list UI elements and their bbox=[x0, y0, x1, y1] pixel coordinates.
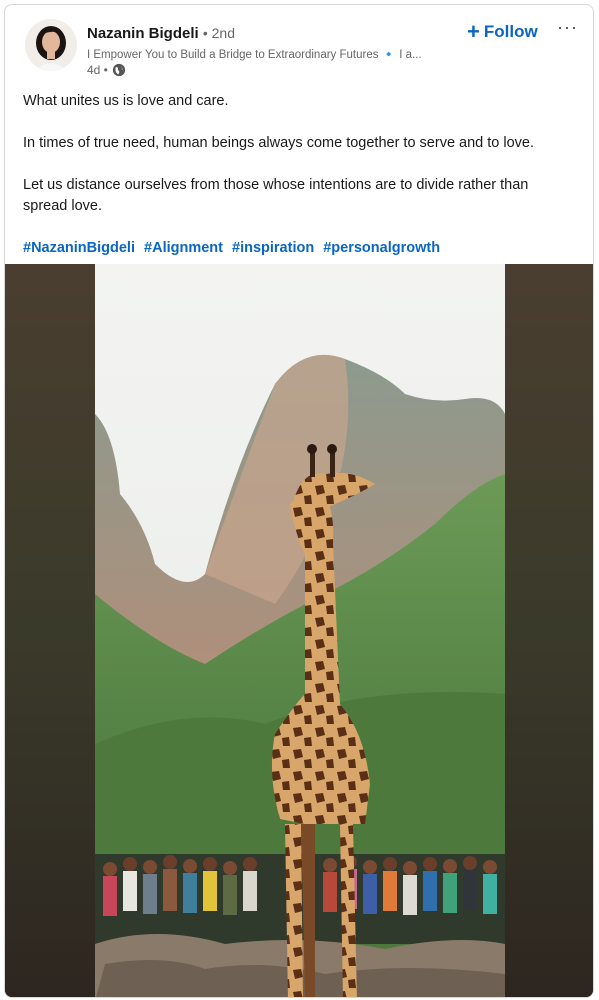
hashtag[interactable]: #inspiration bbox=[232, 240, 314, 256]
hashtag[interactable]: #NazaninBigdeli bbox=[23, 240, 135, 256]
headline-separator: 🔹 bbox=[381, 49, 397, 61]
hashtags: #NazaninBigdeli #Alignment #inspiration … bbox=[23, 238, 563, 259]
hashtag[interactable]: #Alignment bbox=[144, 240, 223, 256]
post-header: Nazanin Bigdeli • 2nd I Empower You to B… bbox=[5, 5, 593, 89]
post-video[interactable] bbox=[5, 264, 593, 997]
follow-label: Follow bbox=[483, 22, 538, 41]
post-body: What unites us is love and care. In time… bbox=[23, 91, 563, 259]
post-paragraph: What unites us is love and care. bbox=[23, 93, 229, 109]
post-time: 4d • bbox=[87, 63, 126, 77]
more-options-icon[interactable]: ··· bbox=[557, 17, 578, 38]
globe-icon bbox=[112, 63, 126, 77]
author-line: Nazanin Bigdeli • 2nd bbox=[87, 25, 235, 42]
post-card: Nazanin Bigdeli • 2nd I Empower You to B… bbox=[4, 4, 594, 998]
post-age: 4d • bbox=[87, 63, 108, 77]
giraffe-video-frame bbox=[5, 264, 593, 997]
author-headline: I Empower You to Build a Bridge to Extra… bbox=[87, 47, 457, 61]
post-paragraph: Let us distance ourselves from those who… bbox=[23, 177, 529, 214]
avatar[interactable] bbox=[25, 19, 77, 71]
connection-degree: • 2nd bbox=[202, 25, 236, 41]
headline-text: I Empower You to Build a Bridge to Extra… bbox=[87, 49, 379, 61]
follow-button[interactable]: + Follow bbox=[467, 19, 538, 45]
author-name[interactable]: Nazanin Bigdeli bbox=[87, 25, 199, 42]
plus-icon: + bbox=[467, 19, 480, 44]
headline-more: I a... bbox=[399, 49, 422, 61]
hashtag[interactable]: #personalgrowth bbox=[323, 240, 440, 256]
post-paragraph: In times of true need, human beings alwa… bbox=[23, 135, 535, 151]
